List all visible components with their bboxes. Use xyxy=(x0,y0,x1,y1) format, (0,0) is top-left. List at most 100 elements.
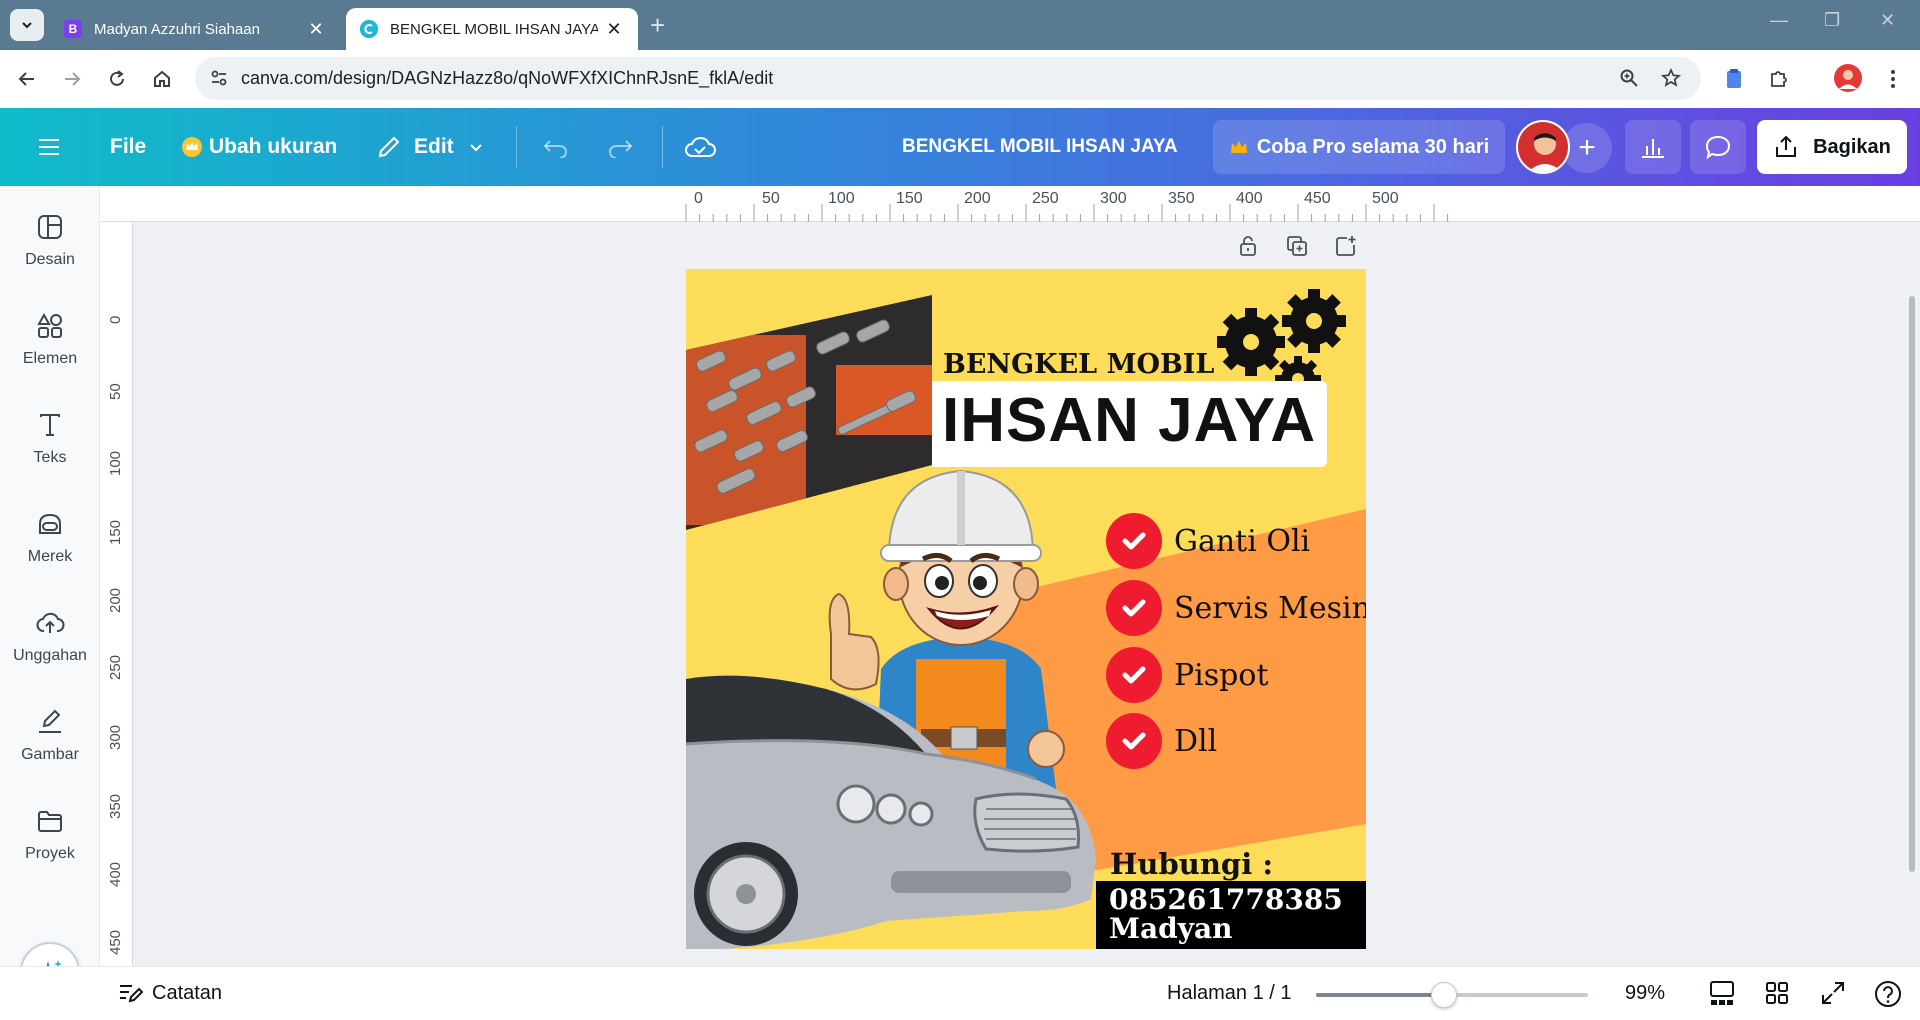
insights-button[interactable] xyxy=(1625,120,1681,174)
ruler-label: 100 xyxy=(828,190,855,207)
user-avatar[interactable] xyxy=(1516,120,1570,174)
ruler-label: 350 xyxy=(107,793,124,819)
reload-icon xyxy=(110,70,124,86)
lock-page-button[interactable] xyxy=(1232,230,1264,262)
minimize-icon[interactable]: — xyxy=(1770,10,1788,31)
page-indicator[interactable]: Halaman 1 / 1 xyxy=(1167,982,1292,1005)
help-button[interactable] xyxy=(1874,980,1902,1013)
share-upload-icon xyxy=(1776,135,1797,157)
document-title[interactable]: BENGKEL MOBIL IHSAN JAYA xyxy=(902,108,1178,186)
sidebar-item-label: Unggahan xyxy=(13,647,87,664)
home-button[interactable] xyxy=(147,64,177,94)
bootstrap-favicon-icon: B xyxy=(64,20,82,38)
share-button[interactable]: Bagikan xyxy=(1757,120,1907,174)
file-menu-button[interactable]: File xyxy=(110,108,146,186)
zoom-icon[interactable] xyxy=(1619,68,1639,93)
tab-search-button[interactable] xyxy=(10,9,44,41)
ruler-label: 0 xyxy=(694,190,703,207)
forward-button[interactable] xyxy=(57,64,87,94)
bookmark-star-icon[interactable] xyxy=(1660,67,1682,93)
zoom-slider-thumb[interactable] xyxy=(1430,982,1457,1008)
folder-icon xyxy=(38,811,62,832)
tab-title: BENGKEL MOBIL IHSAN JAYA - xyxy=(390,20,598,38)
sidebar-item-projects[interactable]: Proyek xyxy=(0,790,100,880)
sidebar-item-uploads[interactable]: Unggahan xyxy=(0,592,100,682)
horizontal-ruler: 0 50 100 150 200 250 300 350 400 450 500 xyxy=(101,186,1920,222)
contact-label[interactable]: Hubungi : xyxy=(1110,847,1273,881)
close-icon[interactable]: ✕ xyxy=(306,19,326,40)
zoom-slider-fill xyxy=(1316,993,1444,997)
service-item[interactable]: Ganti Oli xyxy=(1106,513,1310,569)
profile-avatar-icon[interactable] xyxy=(1834,64,1862,97)
sidebar-item-brand[interactable]: Merek xyxy=(0,493,100,583)
duplicate-page-button[interactable] xyxy=(1281,230,1313,262)
redo-button[interactable] xyxy=(606,108,634,186)
notes-button[interactable]: Catatan xyxy=(118,981,222,1005)
back-button[interactable] xyxy=(12,64,42,94)
add-page-button[interactable] xyxy=(1330,230,1362,262)
undo-icon xyxy=(543,140,567,158)
service-item[interactable]: Pispot xyxy=(1106,647,1269,703)
grid-view-button[interactable] xyxy=(1764,980,1790,1011)
site-settings-icon[interactable] xyxy=(209,68,229,93)
vertical-scrollbar[interactable] xyxy=(1909,296,1915,872)
browser-tab-strip: B Madyan Azzuhri Siahaan ✕ BENGKEL MOBIL… xyxy=(0,0,1920,50)
edit-mode-button[interactable]: Edit xyxy=(376,108,484,186)
restore-icon[interactable]: ❐ xyxy=(1824,10,1840,31)
sidebar-item-label: Teks xyxy=(33,449,67,466)
contact-name[interactable]: Madyan xyxy=(1109,912,1232,945)
canvas-workspace[interactable]: 0 50 100 150 200 250 300 350 400 450 500… xyxy=(101,186,1920,966)
service-item[interactable]: Dll xyxy=(1106,713,1217,769)
ruler-label: 300 xyxy=(107,724,124,750)
resize-button[interactable]: Ubah ukuran xyxy=(181,108,337,186)
plus-icon: + xyxy=(1578,131,1596,164)
sidebar-item-label: Elemen xyxy=(22,350,78,367)
extensions-puzzle-icon[interactable] xyxy=(1768,68,1790,95)
reload-button[interactable] xyxy=(102,64,132,94)
zoom-slider[interactable] xyxy=(1316,982,1588,1008)
cloud-save-status[interactable] xyxy=(684,108,716,186)
tab-canva-design[interactable]: BENGKEL MOBIL IHSAN JAYA - ✕ xyxy=(346,8,638,50)
design-page[interactable]: BENGKEL MOBIL IHSAN JAYA Ganti Oli Servi… xyxy=(686,269,1366,949)
canva-favicon-icon xyxy=(360,20,378,38)
upload-icon xyxy=(36,612,65,633)
car-photo xyxy=(686,675,1096,949)
pages-view-button[interactable] xyxy=(1708,980,1736,1011)
sidebar-item-design[interactable]: Desain xyxy=(0,196,100,286)
check-icon xyxy=(1106,580,1162,636)
fullscreen-button[interactable] xyxy=(1820,980,1846,1011)
check-icon xyxy=(1106,513,1162,569)
redo-icon xyxy=(609,140,633,158)
brand-title[interactable]: IHSAN JAYA xyxy=(942,385,1316,456)
comments-button[interactable] xyxy=(1690,120,1746,174)
ruler-label: 0 xyxy=(107,315,124,324)
zoom-level[interactable]: 99% xyxy=(1625,982,1665,1005)
browser-address-bar: canva.com/design/DAGNzHazz8o/qNoWFXfXICh… xyxy=(0,50,1920,108)
ruler-label: 50 xyxy=(107,383,124,400)
new-tab-button[interactable]: + xyxy=(650,12,665,38)
chevron-down-icon xyxy=(469,144,482,152)
service-item[interactable]: Servis Mesin xyxy=(1106,580,1366,636)
sidebar-item-elements[interactable]: Elemen xyxy=(0,295,100,385)
vertical-ruler: 0 50 100 150 200 250 300 350 400 450 xyxy=(101,222,133,966)
main-menu-button[interactable] xyxy=(38,108,60,186)
window-close-icon[interactable]: ✕ xyxy=(1880,10,1895,31)
tab-madyan[interactable]: B Madyan Azzuhri Siahaan ✕ xyxy=(50,8,340,50)
arrow-right-icon xyxy=(65,72,81,86)
sidebar-item-draw[interactable]: Gambar xyxy=(0,691,100,781)
add-page-icon xyxy=(1336,236,1356,256)
undo-button[interactable] xyxy=(542,108,570,186)
close-icon[interactable]: ✕ xyxy=(604,19,624,40)
brand-subtitle[interactable]: BENGKEL MOBIL xyxy=(943,349,1214,380)
sidebar-item-text[interactable]: Teks xyxy=(0,394,100,484)
url-bar[interactable]: canva.com/design/DAGNzHazz8o/qNoWFXfXICh… xyxy=(195,57,1701,100)
try-pro-button[interactable]: Coba Pro selama 30 hari xyxy=(1213,120,1505,174)
toolbar-divider xyxy=(662,126,663,168)
ruler-label: 150 xyxy=(107,519,124,545)
ruler-label: 50 xyxy=(762,190,780,207)
sidebar-item-label: Desain xyxy=(25,251,75,268)
cloud-check-icon xyxy=(685,137,716,157)
clipboard-extension-icon[interactable] xyxy=(1724,68,1744,95)
canva-toolbar: File Ubah ukuran Edit BENGKEL MOBIL IHSA… xyxy=(0,108,1920,186)
browser-menu-icon[interactable] xyxy=(1890,68,1896,95)
